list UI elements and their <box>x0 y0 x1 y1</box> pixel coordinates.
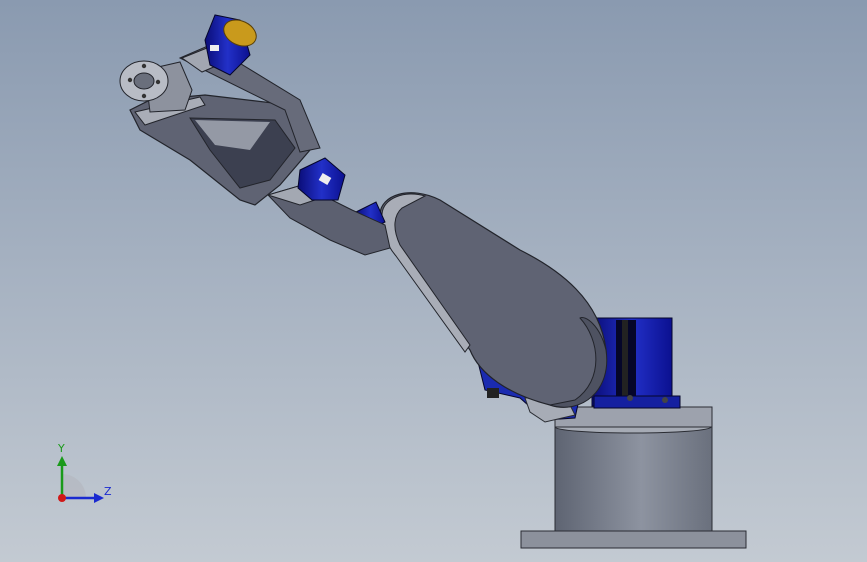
robot-arm-model[interactable] <box>0 0 867 562</box>
wrist-motor <box>297 157 346 201</box>
coordinate-triad: Y Z <box>40 438 120 518</box>
base-plate <box>520 530 747 549</box>
z-axis-label: Z <box>104 485 112 498</box>
tool-flange <box>119 60 193 113</box>
base-cylinder <box>554 406 713 532</box>
wrist-top-motor <box>204 14 257 76</box>
y-axis-label: Y <box>58 442 65 455</box>
triad-graphic <box>57 456 104 503</box>
graphics-viewport[interactable]: Y Z <box>0 0 867 562</box>
upper-arm <box>379 192 608 408</box>
